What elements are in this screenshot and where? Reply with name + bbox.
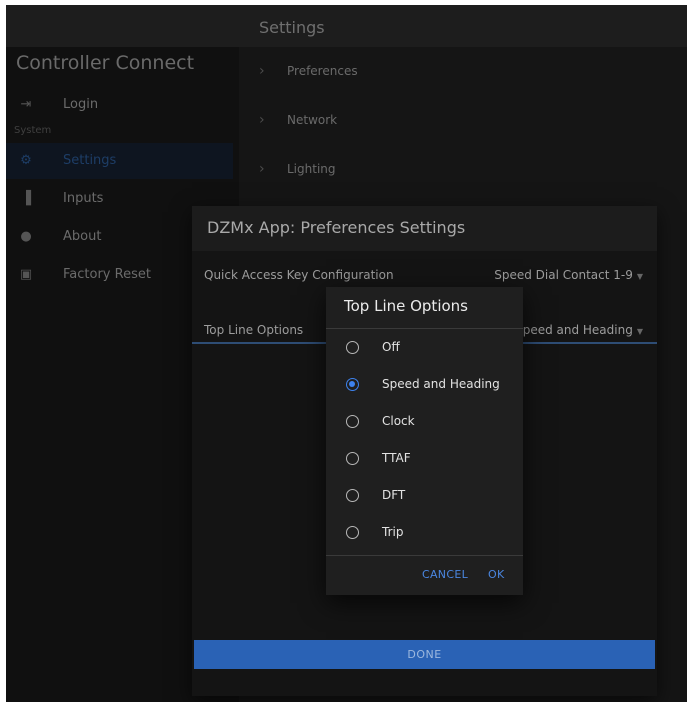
accordion-label: Network (287, 113, 338, 127)
chevron-right-icon: › (259, 112, 265, 128)
option-ttaf[interactable]: TTAF (326, 440, 523, 477)
nav-section-label: System (14, 125, 52, 136)
radio-button[interactable] (346, 526, 359, 539)
chevron-right-icon: › (259, 161, 265, 177)
chevron-right-icon: › (259, 63, 265, 79)
row-label: Top Line Options (204, 323, 304, 337)
radio-button-checked[interactable] (346, 378, 359, 391)
option-label: TTAF (382, 451, 411, 465)
divider (326, 555, 523, 556)
options-dialog-title: Top Line Options (344, 297, 468, 315)
option-speed-and-heading[interactable]: Speed and Heading (326, 366, 523, 403)
accordion-lighting[interactable]: › Lighting (239, 145, 687, 193)
option-dft[interactable]: DFT (326, 477, 523, 514)
accordion-network[interactable]: › Network (239, 96, 687, 144)
sidebar-item-label: Inputs (63, 191, 104, 206)
top-line-options-select[interactable]: Speed and Heading ▼ (515, 323, 643, 337)
row-label: Quick Access Key Configuration (204, 268, 394, 282)
done-button[interactable]: DONE (194, 640, 655, 669)
sidebar-item-settings[interactable]: ⚙ Settings (6, 143, 233, 179)
login-icon: ⇥ (20, 97, 32, 112)
top-line-options-dialog: Top Line Options Off Speed and Heading C… (326, 287, 523, 595)
app-header: Settings (6, 5, 687, 47)
dialog-titlebar: DZMx App: Preferences Settings (192, 206, 657, 251)
cancel-button[interactable]: CANCEL (422, 568, 468, 581)
option-label: Off (382, 340, 400, 354)
radio-button[interactable] (346, 452, 359, 465)
radio-button[interactable] (346, 489, 359, 502)
option-label: Clock (382, 414, 415, 428)
radio-button[interactable] (346, 415, 359, 428)
info-icon: ● (20, 229, 32, 244)
sidebar-item-label: Login (63, 97, 99, 112)
radio-button[interactable] (346, 341, 359, 354)
gear-icon: ⚙ (20, 153, 32, 168)
option-clock[interactable]: Clock (326, 403, 523, 440)
sliders-icon: ▐ (21, 191, 31, 206)
option-label: DFT (382, 488, 406, 502)
dialog-title: DZMx App: Preferences Settings (207, 218, 466, 237)
caret-down-icon: ▼ (636, 327, 643, 336)
option-trip[interactable]: Trip (326, 514, 523, 551)
app-window: Settings Controller Connect ⇥ Login Syst… (6, 5, 687, 702)
option-off[interactable]: Off (326, 329, 523, 366)
accordion-preferences[interactable]: › Preferences (239, 47, 687, 95)
accordion-label: Lighting (287, 162, 336, 176)
option-label: Speed and Heading (382, 377, 500, 391)
brand-title: Controller Connect (16, 52, 195, 74)
sidebar-item-label: Settings (63, 153, 117, 168)
reset-icon: ▣ (19, 267, 33, 282)
sidebar-item-label: About (63, 229, 102, 244)
page-title: Settings (259, 18, 325, 37)
option-label: Trip (382, 525, 404, 539)
accordion-label: Preferences (287, 64, 358, 78)
sidebar-item-login[interactable]: ⇥ Login (6, 87, 233, 123)
caret-down-icon: ▼ (636, 272, 643, 281)
ok-button[interactable]: OK (488, 568, 504, 581)
quick-access-key-select[interactable]: Speed Dial Contact 1-9 ▼ (494, 268, 643, 282)
sidebar-item-label: Factory Reset (63, 267, 151, 282)
